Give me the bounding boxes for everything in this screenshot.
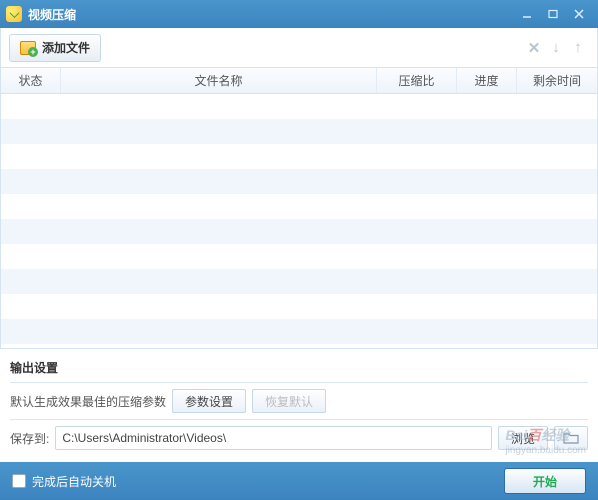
window-title: 视频压缩 [28,6,514,23]
bottom-bar: 完成后自动关机 开始 [0,462,598,500]
close-button[interactable] [566,5,592,23]
col-ratio[interactable]: 压缩比 [377,68,457,93]
file-table: 状态 文件名称 压缩比 进度 剩余时间 [0,68,598,349]
toolbar: 添加文件 ✕ ↓ ↑ [0,28,598,68]
title-bar: 视频压缩 [0,0,598,28]
app-icon [6,6,22,22]
divider [10,382,588,383]
table-row[interactable] [1,319,597,344]
col-progress[interactable]: 进度 [457,68,517,93]
shutdown-checkbox[interactable] [12,474,26,488]
param-settings-button[interactable]: 参数设置 [172,389,246,413]
table-header: 状态 文件名称 压缩比 进度 剩余时间 [1,68,597,94]
table-row[interactable] [1,94,597,119]
table-row[interactable] [1,144,597,169]
maximize-button[interactable] [540,5,566,23]
table-body [1,94,597,348]
table-row[interactable] [1,119,597,144]
minimize-button[interactable] [514,5,540,23]
table-row[interactable] [1,294,597,319]
open-folder-button[interactable] [554,426,588,450]
start-button[interactable]: 开始 [504,468,586,494]
output-section: 输出设置 默认生成效果最佳的压缩参数 参数设置 恢复默认 保存到: 浏览 [0,349,598,460]
divider [10,419,588,420]
col-status[interactable]: 状态 [1,68,61,93]
table-row[interactable] [1,244,597,269]
add-file-label: 添加文件 [42,39,90,56]
save-path-input[interactable] [55,426,492,450]
col-time[interactable]: 剩余时间 [517,68,597,93]
folder-add-icon [20,41,36,55]
shutdown-text: 完成后自动关机 [32,473,116,490]
reset-default-button[interactable]: 恢复默认 [252,389,326,413]
table-row[interactable] [1,169,597,194]
shutdown-checkbox-label[interactable]: 完成后自动关机 [12,473,116,490]
open-folder-icon [563,432,579,444]
col-name[interactable]: 文件名称 [61,68,377,93]
table-row[interactable] [1,269,597,294]
move-up-icon[interactable]: ↑ [567,37,589,59]
remove-icon[interactable]: ✕ [523,37,545,59]
add-file-button[interactable]: 添加文件 [9,34,101,62]
param-hint-text: 默认生成效果最佳的压缩参数 [10,393,166,410]
table-row[interactable] [1,219,597,244]
save-to-label: 保存到: [10,430,49,447]
output-section-title: 输出设置 [10,355,588,382]
table-row[interactable] [1,194,597,219]
browse-button[interactable]: 浏览 [498,426,548,450]
move-down-icon[interactable]: ↓ [545,37,567,59]
